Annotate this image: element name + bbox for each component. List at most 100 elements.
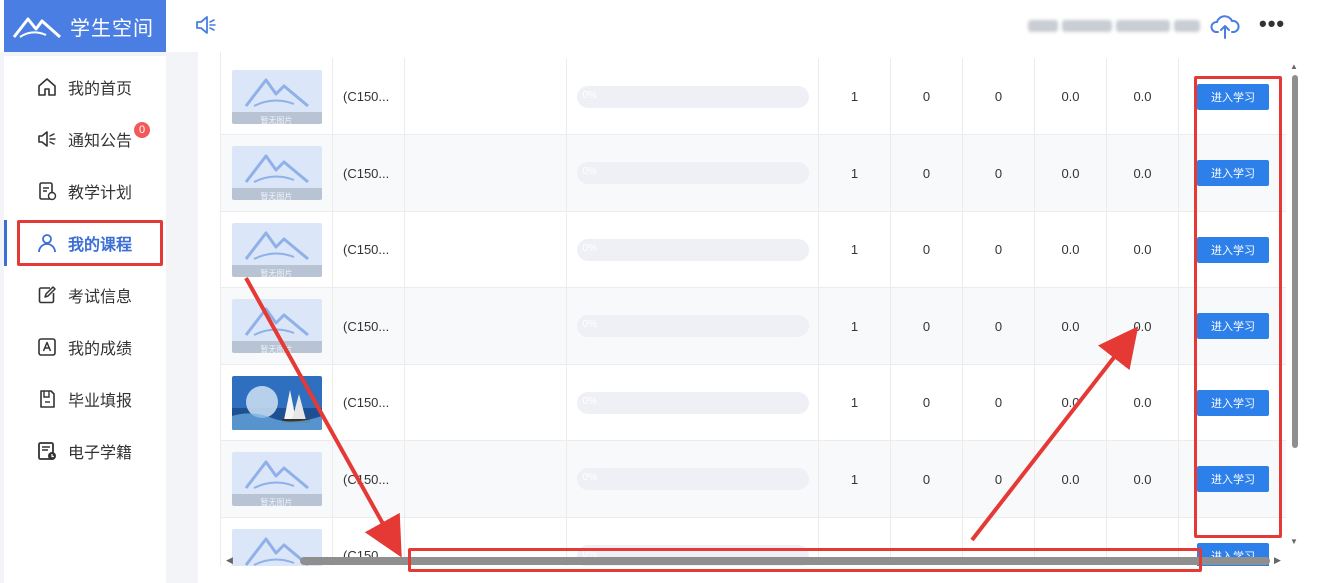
course-table: 暂无图片 (C150... 0% 1 0 0 0.0 0.0 进入学习 暂无图片 (C150... 0…	[220, 52, 1286, 566]
brand-title: 学生空间	[70, 17, 154, 40]
stat-cell-c2: 0	[891, 58, 963, 135]
course-placeholder-image[interactable]: 暂无图片	[231, 299, 322, 353]
top-bar: 学生空间 •••	[0, 0, 1323, 52]
grade-icon	[38, 338, 56, 356]
brand-logo-icon	[12, 17, 61, 39]
course-thumbnail-cell: 暂无图片	[221, 440, 333, 518]
thumbnail-caption: 暂无图片	[260, 192, 293, 200]
app-root: 学生空间 ••• 我的首页 通知公告 0 教学计划 我的课程 考试信息 我的成绩…	[0, 0, 1323, 583]
progress-cell: 0%	[567, 287, 819, 365]
stat-cell-c5: 0.0	[1107, 440, 1179, 518]
empty-cell	[405, 364, 567, 441]
scroll-up-arrow-icon[interactable]: ▲	[1290, 62, 1298, 71]
home-icon	[38, 78, 56, 96]
course-placeholder-image[interactable]: 暂无图片	[231, 146, 322, 200]
table-row: 暂无图片 (C150... 0% 1 0 0 0.0 0.0 进入学习	[221, 58, 1286, 135]
stat-cell-c1: 1	[819, 58, 891, 135]
sidebar-item-notices[interactable]: 通知公告 0	[4, 116, 166, 162]
annotation-highlight-nav	[17, 220, 163, 266]
stat-cell-c4: 0.0	[1035, 58, 1107, 135]
progress-label: 0%	[582, 472, 597, 483]
course-name[interactable]: (C150...	[333, 364, 405, 441]
stat-cell-c4: 0.0	[1035, 364, 1107, 441]
more-options-icon[interactable]: •••	[1259, 13, 1289, 38]
table-row: 暂无图片 (C150... 0% 1 0 0 0.0 0.0 进入学习	[221, 211, 1286, 288]
stat-cell-c2: 0	[891, 287, 963, 365]
progress-label: 0%	[582, 89, 597, 101]
stat-cell-c3: 0	[963, 134, 1035, 212]
sidebar-item-label: 教学计划	[68, 185, 133, 202]
progress-cell: 0%	[567, 364, 819, 441]
stat-cell-c4: 0.0	[1035, 287, 1107, 365]
stat-cell-c5: 0.0	[1107, 211, 1179, 288]
progress-bar: 0%	[576, 315, 809, 337]
sidebar-item-exam-info[interactable]: 考试信息	[4, 272, 166, 318]
course-placeholder-image[interactable]: 暂无图片	[231, 69, 322, 124]
stat-cell-c4: 0.0	[1035, 134, 1107, 212]
stat-cell-c2: 0	[891, 134, 963, 212]
stat-cell-c2: 0	[891, 440, 963, 518]
sidebar-item-label: 通知公告	[68, 133, 133, 150]
progress-cell: 0%	[567, 440, 819, 518]
progress-cell: 0%	[567, 134, 819, 212]
stat-cell-c5: 0.0	[1107, 58, 1179, 135]
sidebar-item-label: 毕业填报	[68, 393, 133, 410]
stat-cell-c3: 0	[963, 364, 1035, 441]
stat-cell-c4: 0.0	[1035, 211, 1107, 288]
progress-cell: 0%	[567, 211, 819, 288]
course-thumbnail-cell	[221, 364, 333, 441]
stat-cell-c3: 0	[963, 58, 1035, 135]
progress-bar: 0%	[576, 238, 809, 261]
sidebar-item-my-grades[interactable]: 我的成绩	[4, 324, 166, 370]
annotation-highlight-buttons	[1194, 76, 1282, 538]
sidebar-item-label: 我的成绩	[68, 341, 133, 358]
stat-cell-c1: 1	[819, 211, 891, 288]
course-name[interactable]: (C150...	[333, 287, 405, 365]
edit-icon	[38, 286, 56, 304]
course-thumbnail-cell: 暂无图片	[221, 211, 333, 288]
table-row: 暂无图片 (C150... 0% 1 0 0 0.0 0.0 进入学习	[221, 287, 1286, 365]
scroll-down-arrow-icon[interactable]: ▼	[1290, 537, 1298, 546]
scroll-right-arrow-icon[interactable]: ▶	[1274, 555, 1281, 566]
table-row: 暂无图片 (C150... 0% 1 0 0 0.0 0.0 进入学习	[221, 440, 1286, 518]
empty-cell	[405, 440, 567, 518]
speaker-icon	[38, 131, 56, 147]
empty-cell	[405, 58, 567, 135]
course-thumbnail-cell: 暂无图片	[221, 287, 333, 365]
thumbnail-caption: 暂无图片	[260, 498, 293, 506]
e-record-icon	[38, 442, 56, 460]
course-cover-image[interactable]	[231, 375, 322, 430]
empty-cell	[405, 287, 567, 365]
progress-bar: 0%	[576, 85, 809, 108]
stat-cell-c2: 0	[891, 211, 963, 288]
empty-cell	[405, 211, 567, 288]
stat-cell-c3: 0	[963, 211, 1035, 288]
brand[interactable]: 学生空间	[4, 0, 166, 52]
sidebar-item-home[interactable]: 我的首页	[4, 64, 166, 110]
user-name-blurred[interactable]	[1028, 16, 1200, 36]
stat-cell-c5: 0.0	[1107, 287, 1179, 365]
scroll-left-arrow-icon[interactable]: ◀	[226, 555, 233, 566]
cloud-upload-icon[interactable]	[1210, 12, 1240, 40]
sidebar-item-graduation-form[interactable]: 毕业填报	[4, 376, 166, 422]
progress-bar: 0%	[576, 162, 809, 184]
progress-label: 0%	[582, 166, 597, 177]
course-name[interactable]: (C150...	[333, 211, 405, 288]
course-name[interactable]: (C150...	[333, 58, 405, 135]
thumbnail-caption: 暂无图片	[260, 268, 293, 277]
sidebar-item-label: 考试信息	[68, 289, 133, 306]
sidebar-item-teaching-plan[interactable]: 教学计划	[4, 168, 166, 214]
stat-cell-c4: 0.0	[1035, 440, 1107, 518]
sidebar-item-label: 我的首页	[68, 81, 133, 98]
vertical-scroll-thumb[interactable]	[1292, 75, 1298, 448]
course-placeholder-image[interactable]: 暂无图片	[231, 222, 322, 277]
progress-cell: 0%	[567, 58, 819, 135]
sidebar-item-e-record[interactable]: 电子学籍	[4, 428, 166, 474]
course-placeholder-image[interactable]: 暂无图片	[231, 452, 322, 506]
stat-cell-c2: 0	[891, 364, 963, 441]
stat-cell-c1: 1	[819, 287, 891, 365]
course-name[interactable]: (C150...	[333, 134, 405, 212]
course-name[interactable]: (C150...	[333, 440, 405, 518]
announcement-speaker-icon[interactable]	[194, 13, 218, 37]
table-row: 暂无图片 (C150... 0% 1 0 0 0.0 0.0 进入学习	[221, 134, 1286, 212]
